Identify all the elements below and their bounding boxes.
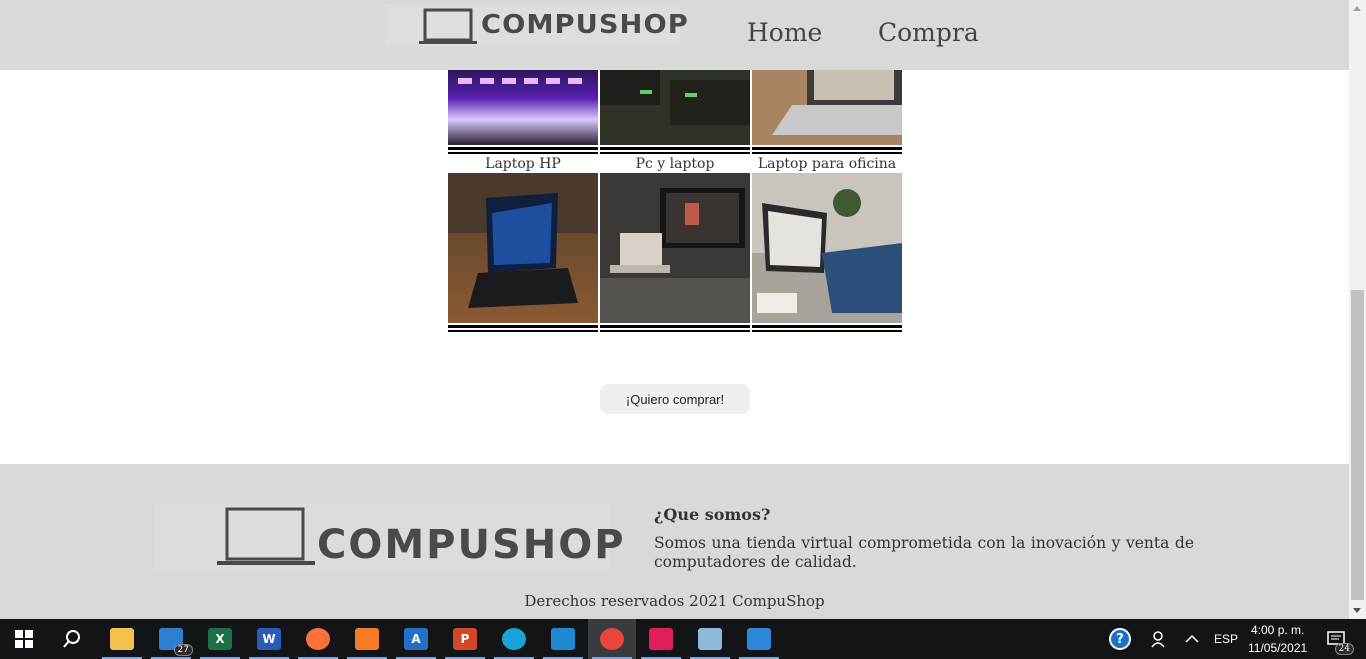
compushop-logo[interactable]: COMPUSHOP (385, 4, 688, 46)
taskbar-app-virtualbox[interactable] (686, 619, 734, 659)
language-indicator[interactable]: ESP (1214, 632, 1238, 646)
taskbar-app-mail[interactable]: 27 (147, 619, 195, 659)
vertical-scrollbar[interactable] (1349, 0, 1366, 619)
caption-laptop-oficina: Laptop para oficina (757, 156, 897, 172)
help-icon: ? (1109, 628, 1131, 650)
photos-icon (747, 628, 771, 650)
laptop-office-photo (752, 173, 902, 323)
logo-text: COMPUSHOP (481, 10, 689, 40)
browser-viewport: Laptop HP Pc y laptop Laptop para oficin… (0, 0, 1349, 619)
people-icon (1151, 631, 1165, 648)
chevron-up-icon (1185, 634, 1199, 643)
action-center-button[interactable]: 24 (1316, 619, 1356, 659)
scroll-down-arrow-icon[interactable] (1353, 608, 1361, 613)
taskbar-app-powerpoint[interactable]: P (441, 619, 489, 659)
powerpoint-icon: P (453, 628, 477, 650)
clock-time[interactable]: 4:00 p. m. (1251, 623, 1304, 637)
site-header: COMPUSHOP Home Compra (0, 0, 1349, 70)
keyboard-photo (448, 60, 598, 145)
mail-badge-count: 27 (173, 644, 193, 656)
search-icon (63, 630, 80, 648)
scroll-thumb[interactable] (1351, 290, 1364, 600)
product-image-devices[interactable] (600, 60, 750, 154)
image-separator (752, 324, 902, 332)
devices-photo (600, 60, 750, 145)
windows-taskbar: 27 X W A P ? ESP 4:00 p. m. 11/05/2021 24 (0, 619, 1366, 659)
copyright-text: Derechos reservados 2021 CompuShop (524, 592, 825, 610)
taskbar-app-arduino-ide[interactable]: A (392, 619, 440, 659)
footer-logo-text: COMPUSHOP (317, 522, 626, 568)
taskbar-app-vscode[interactable] (539, 619, 587, 659)
product-image-pc-y-laptop[interactable] (600, 173, 750, 333)
windows-logo-icon (15, 630, 33, 648)
footer-compushop-logo: COMPUSHOP (155, 504, 624, 570)
mail-icon: 27 (159, 628, 193, 656)
caption-pc-y-laptop: Pc y laptop (635, 156, 715, 172)
image-separator (752, 146, 902, 154)
arduino-ide-icon: A (404, 628, 428, 650)
site-footer: COMPUSHOP ¿Que somos? Somos una tienda v… (0, 464, 1349, 619)
file-explorer-icon (110, 628, 134, 650)
footer-title: ¿Que somos? (654, 505, 771, 524)
word-icon: W (257, 628, 281, 650)
laptop-logo-icon (217, 507, 315, 565)
image-separator (600, 324, 750, 332)
taskbar-app-photos[interactable] (735, 619, 783, 659)
show-hidden-icons-button[interactable] (1172, 619, 1212, 659)
taskbar-app-excel[interactable]: X (196, 619, 244, 659)
image-separator (600, 146, 750, 154)
quiero-comprar-button[interactable]: ¡Quiero comprar! (600, 384, 750, 414)
laptop-desk-photo (752, 60, 902, 145)
scroll-up-arrow-icon[interactable] (1353, 6, 1361, 11)
virtualbox-icon (698, 628, 722, 650)
search-button[interactable] (48, 619, 96, 659)
slack-icon (649, 628, 673, 650)
footer-description: Somos una tienda virtual comprometida co… (654, 534, 1194, 571)
chrome-icon (600, 628, 624, 650)
taskbar-app-slack[interactable] (637, 619, 685, 659)
caption-laptop-hp: Laptop HP (485, 156, 561, 172)
taskbar-app-file-explorer[interactable] (98, 619, 146, 659)
vscode-icon (551, 628, 575, 650)
laptop-logo-icon (419, 8, 477, 44)
product-image-keyboard[interactable] (448, 60, 598, 154)
excel-icon: X (208, 628, 232, 650)
clock-date[interactable]: 11/05/2021 (1248, 641, 1307, 655)
nav-compra[interactable]: Compra (878, 18, 979, 47)
nav-home[interactable]: Home (747, 18, 822, 47)
image-separator (448, 146, 598, 154)
notification-count: 24 (1334, 643, 1354, 655)
image-separator (448, 324, 598, 332)
laptop-hp-photo (448, 173, 598, 323)
taskbar-app-firefox[interactable] (294, 619, 342, 659)
taskbar-app-word[interactable]: W (245, 619, 293, 659)
product-image-laptop-desk[interactable] (752, 60, 902, 154)
firefox-icon (306, 628, 330, 650)
taskbar-app-chrome[interactable] (588, 619, 636, 659)
start-button[interactable] (0, 619, 48, 659)
product-image-laptop-hp[interactable] (448, 173, 598, 333)
xampp-icon (355, 628, 379, 650)
edge-icon (502, 628, 526, 650)
taskbar-app-xampp[interactable] (343, 619, 391, 659)
taskbar-app-edge[interactable] (490, 619, 538, 659)
product-image-laptop-oficina[interactable] (752, 173, 902, 333)
pc-laptop-photo (600, 173, 750, 323)
